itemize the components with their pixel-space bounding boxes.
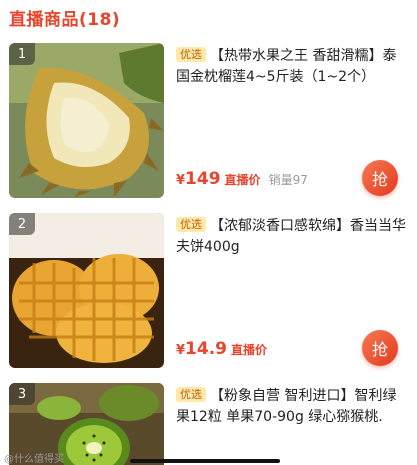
waffle-image[interactable]: 2 [9, 213, 164, 368]
product-title-text: 【浓郁淡香口感软绵】香当当华夫饼400g [176, 218, 406, 255]
product-info: 优选 【浓郁淡香口感软绵】香当当华夫饼400g [176, 216, 406, 258]
product-card[interactable]: 1 优选 【热带水果之王 香甜滑糯】泰国金枕榴莲4~5斤装（1~2个） ¥ 149… [0, 43, 417, 203]
product-info: 优选 【热带水果之王 香甜滑糯】泰国金枕榴莲4~5斤装（1~2个） [176, 46, 406, 88]
price-row: ¥ 14.9 直播价 [176, 339, 275, 359]
live-price-label: 直播价 [231, 343, 268, 357]
preferred-badge: 优选 [176, 47, 206, 62]
product-title[interactable]: 优选 【热带水果之王 香甜滑糯】泰国金枕榴莲4~5斤装（1~2个） [176, 46, 406, 88]
durian-image[interactable]: 1 [9, 43, 164, 198]
product-info: 优选 【粉象自营 智利进口】智利绿果12粒 单果70-90g 绿心猕猴桃. [176, 386, 406, 428]
price-value: 14.9 [185, 339, 227, 359]
grab-button[interactable]: 抢 [362, 160, 398, 196]
rank-badge: 3 [9, 383, 35, 405]
product-title-text: 【粉象自营 智利进口】智利绿果12粒 单果70-90g 绿心猕猴桃. [176, 388, 397, 425]
product-title-text: 【热带水果之王 香甜滑糯】泰国金枕榴莲4~5斤装（1~2个） [176, 48, 397, 85]
page-title: 直播商品(18) [9, 9, 121, 30]
product-title[interactable]: 优选 【粉象自营 智利进口】智利绿果12粒 单果70-90g 绿心猕猴桃. [176, 386, 406, 428]
rank-badge: 1 [9, 43, 35, 65]
product-card[interactable]: 2 优选 【浓郁淡香口感软绵】香当当华夫饼400g ¥ 14.9 直播价 抢 [0, 213, 417, 373]
price-row: ¥ 149 直播价 销量97 [176, 169, 308, 189]
rank-badge: 2 [9, 213, 35, 235]
preferred-badge: 优选 [176, 387, 206, 402]
sales-count: 销量97 [268, 173, 308, 187]
product-title[interactable]: 优选 【浓郁淡香口感软绵】香当当华夫饼400g [176, 216, 406, 258]
live-price-label: 直播价 [224, 173, 261, 187]
home-indicator[interactable] [130, 459, 280, 463]
price-value: 149 [185, 169, 221, 189]
currency-symbol: ¥ [176, 173, 186, 188]
preferred-badge: 优选 [176, 217, 206, 232]
live-products-header: 直播商品(18) [9, 6, 121, 30]
grab-button[interactable]: 抢 [362, 330, 398, 366]
watermark: @什么值得买 [4, 454, 64, 465]
currency-symbol: ¥ [176, 343, 186, 358]
